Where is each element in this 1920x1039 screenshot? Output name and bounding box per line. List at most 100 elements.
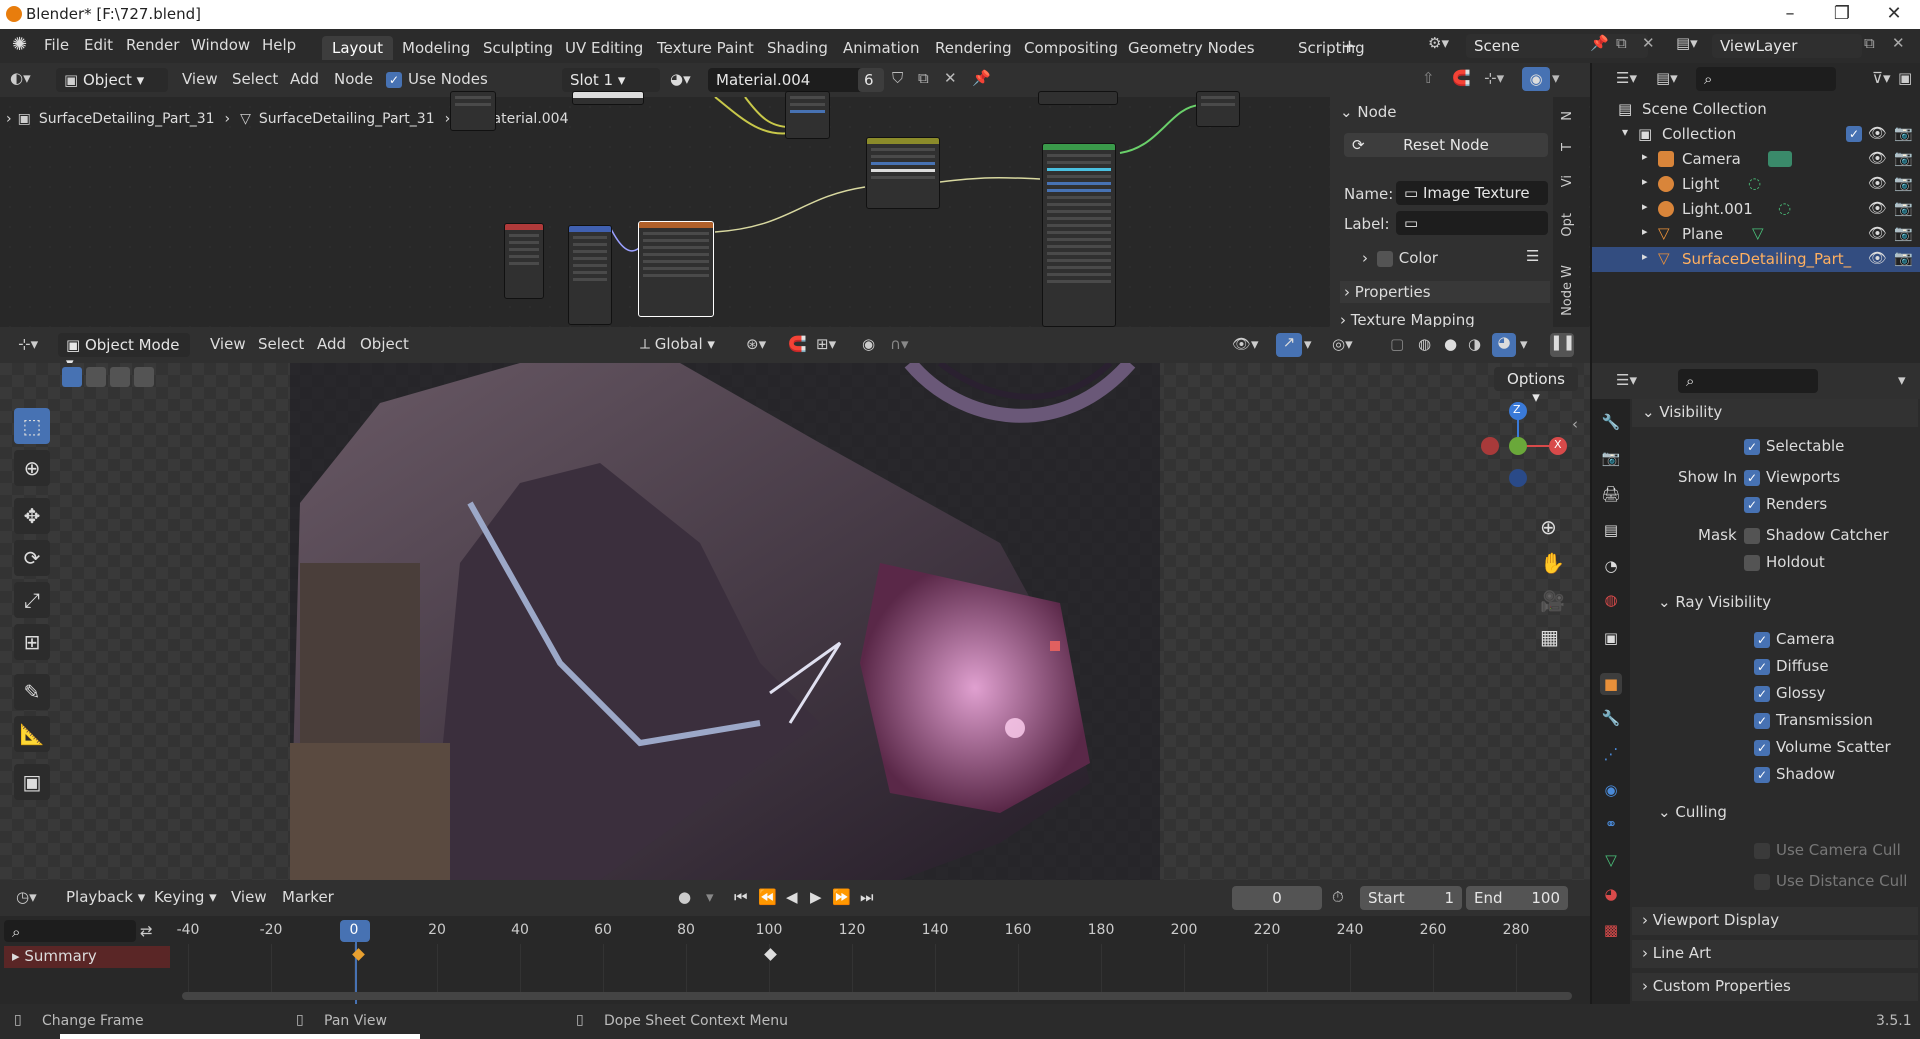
node-frame[interactable]: [572, 91, 644, 105]
jump-end-icon[interactable]: ⏭: [860, 888, 874, 906]
mesh-data-icon[interactable]: ▽: [1752, 224, 1764, 242]
tab-options[interactable]: Opt: [1560, 213, 1575, 237]
use-camera-cull-checkbox[interactable]: Use Camera Cull: [1754, 841, 1901, 859]
timeline-menu-playback[interactable]: Playback ▾: [66, 888, 145, 906]
outliner-row-plane[interactable]: ▸ ▽ Plane ▽ 👁 📷: [1592, 222, 1920, 247]
node-menu-select[interactable]: Select: [232, 70, 278, 88]
record-icon[interactable]: ●: [678, 888, 691, 906]
zoom-icon[interactable]: ⊕: [1540, 515, 1557, 539]
node-mapping[interactable]: [568, 225, 612, 325]
new-viewlayer-icon[interactable]: ⧉: [1864, 34, 1875, 52]
pivot-icon[interactable]: ⊛▾: [746, 335, 766, 353]
outliner-row-surfacedetailing[interactable]: ▸ ▽ SurfaceDetailing_Part_ 👁 📷: [1592, 247, 1920, 272]
editor-type-icon[interactable]: ⊹▾: [18, 335, 38, 353]
visibility-section[interactable]: ⌄ Visibility: [1632, 399, 1918, 427]
scale-tool-icon[interactable]: ⤢: [14, 582, 50, 618]
pause-render-icon[interactable]: ❚❚: [1550, 333, 1575, 357]
sidebar-toggle-icon[interactable]: ‹: [1572, 415, 1578, 433]
add-cube-tool-icon[interactable]: ▣: [14, 764, 50, 800]
object-mode-dropdown[interactable]: ▣ Object Mode ▾: [58, 333, 190, 372]
falloff-icon[interactable]: ∩▾: [890, 335, 909, 353]
object-tab-icon[interactable]: ■: [1600, 673, 1622, 695]
annotate-tool-icon[interactable]: ✎: [14, 674, 50, 710]
object-type-dropdown[interactable]: ▣ Object ▾: [56, 68, 168, 92]
eye-icon[interactable]: 👁: [1868, 199, 1887, 217]
expand-arrow-icon[interactable]: ▸: [1642, 225, 1648, 238]
outliner-row-light-001[interactable]: ▸ Light.001 ◌ 👁 📷: [1592, 197, 1920, 222]
shadow-catcher-checkbox[interactable]: Shadow Catcher: [1744, 526, 1889, 544]
material-name-field[interactable]: Material.004: [708, 68, 878, 92]
jump-start-icon[interactable]: ⏮: [734, 888, 748, 906]
tab-n[interactable]: N: [1560, 111, 1575, 121]
select-box-tool-icon[interactable]: ⬚: [14, 408, 50, 444]
outliner-row-collection[interactable]: ▾ ▣ Collection ✓ 👁 📷: [1592, 122, 1920, 147]
light-data-icon[interactable]: ◌: [1778, 199, 1791, 217]
camera-data-icon[interactable]: [1768, 151, 1792, 167]
use-nodes-checkbox[interactable]: ✓ Use Nodes: [386, 70, 488, 88]
start-frame-field[interactable]: Start 1: [1360, 886, 1462, 910]
transform-orientation-dropdown[interactable]: ⟂ Global ▾: [640, 335, 715, 353]
editor-type-icon[interactable]: ◐▾: [10, 69, 31, 87]
proportional-edit-icon[interactable]: ◉: [862, 335, 875, 353]
auto-key-dropdown-icon[interactable]: ▾: [706, 888, 714, 906]
viewport-menu-object[interactable]: Object: [360, 335, 409, 353]
tab-rendering[interactable]: Rendering: [925, 36, 1022, 60]
camera-render-icon[interactable]: 📷: [1894, 174, 1913, 192]
display-mode-icon[interactable]: ▤▾: [1656, 69, 1678, 87]
current-frame-field[interactable]: 0: [1232, 886, 1322, 910]
reset-node-button[interactable]: ⟳ Reset Node: [1344, 133, 1548, 157]
overlays-dropdown-icon[interactable]: ▾: [1552, 69, 1560, 87]
snap-target-icon[interactable]: ⊹▾: [1484, 69, 1504, 87]
parent-node-tree-icon[interactable]: ⇧: [1422, 69, 1435, 87]
pan-hand-icon[interactable]: ✋: [1540, 551, 1565, 575]
tab-texture-paint[interactable]: Texture Paint: [647, 36, 764, 60]
tool-tab-icon[interactable]: 🔧: [1600, 411, 1622, 433]
node-mix[interactable]: [785, 91, 830, 139]
material-users-count[interactable]: 6: [858, 68, 884, 92]
slot-dropdown[interactable]: Slot 1 ▾: [562, 68, 660, 92]
tab-uv-editing[interactable]: UV Editing: [555, 36, 653, 60]
constraints-tab-icon[interactable]: ⚭: [1600, 813, 1622, 835]
texture-tab-icon[interactable]: ▩: [1600, 919, 1622, 941]
blender-menu-icon[interactable]: ✺: [12, 34, 27, 55]
frame-ruler[interactable]: -40 -20 0 20 40 60 80 100 120 140 160 180 200 220 240 2…: [0, 916, 1590, 1004]
tab-modeling[interactable]: Modeling: [392, 36, 480, 60]
expand-arrow-icon[interactable]: ▸: [1642, 200, 1648, 213]
cursor-tool-icon[interactable]: ⊕: [14, 450, 50, 486]
tab-geometry-nodes[interactable]: Geometry Nodes: [1118, 36, 1265, 60]
shading-dropdown-icon[interactable]: ▾: [1520, 335, 1528, 353]
node-name-field[interactable]: ▭ Image Texture: [1396, 181, 1548, 205]
viewport-menu-select[interactable]: Select: [258, 335, 304, 353]
ray-camera-checkbox[interactable]: ✓ Camera: [1754, 630, 1835, 648]
visibility-icon[interactable]: 👁▾: [1232, 335, 1259, 353]
wireframe-shading-icon[interactable]: ◍: [1418, 335, 1431, 353]
menu-window[interactable]: Window: [191, 36, 250, 54]
camera-render-icon[interactable]: 📷: [1894, 199, 1913, 217]
light-data-icon[interactable]: ◌: [1748, 174, 1761, 192]
snap-icon[interactable]: 🧲: [1452, 69, 1471, 87]
new-collection-icon[interactable]: ▣: [1898, 69, 1912, 87]
snap-increment-icon[interactable]: ⊞▾: [816, 335, 836, 353]
eye-icon[interactable]: 👁: [1868, 149, 1887, 167]
material-browse-icon[interactable]: ◕▾: [670, 70, 691, 88]
renders-checkbox[interactable]: ✓ Renders: [1744, 495, 1827, 513]
expand-arrow-icon[interactable]: ▸: [1642, 250, 1648, 263]
overlays-icon[interactable]: ◎▾: [1332, 335, 1353, 353]
minimize-button[interactable]: –: [1764, 0, 1816, 29]
modifier-tab-icon[interactable]: 🔧: [1600, 707, 1622, 729]
rendered-shading-icon[interactable]: ◕: [1492, 333, 1516, 357]
use-distance-cull-checkbox[interactable]: Use Distance Cull: [1754, 872, 1907, 890]
properties-search-input[interactable]: ⌕: [1678, 369, 1818, 393]
next-keyframe-icon[interactable]: ⏩: [832, 888, 851, 906]
3d-viewport[interactable]: Options ▾ Z X ⊕ ✋ 🎥 ▦ ‹: [0, 363, 1590, 880]
delete-viewlayer-icon[interactable]: ✕: [1892, 34, 1905, 52]
outliner-type-icon[interactable]: ☰▾: [1616, 69, 1637, 87]
play-reverse-icon[interactable]: ◀: [786, 888, 798, 906]
viewport-menu-add[interactable]: Add: [317, 335, 346, 353]
viewlayer-icon[interactable]: ▤▾: [1676, 34, 1698, 52]
menu-edit[interactable]: Edit: [84, 36, 113, 54]
eye-icon[interactable]: 👁: [1868, 174, 1887, 192]
camera-render-icon[interactable]: 📷: [1894, 249, 1913, 267]
expand-arrow-icon[interactable]: ▸: [1642, 150, 1648, 163]
tab-shading[interactable]: Shading: [757, 36, 838, 60]
